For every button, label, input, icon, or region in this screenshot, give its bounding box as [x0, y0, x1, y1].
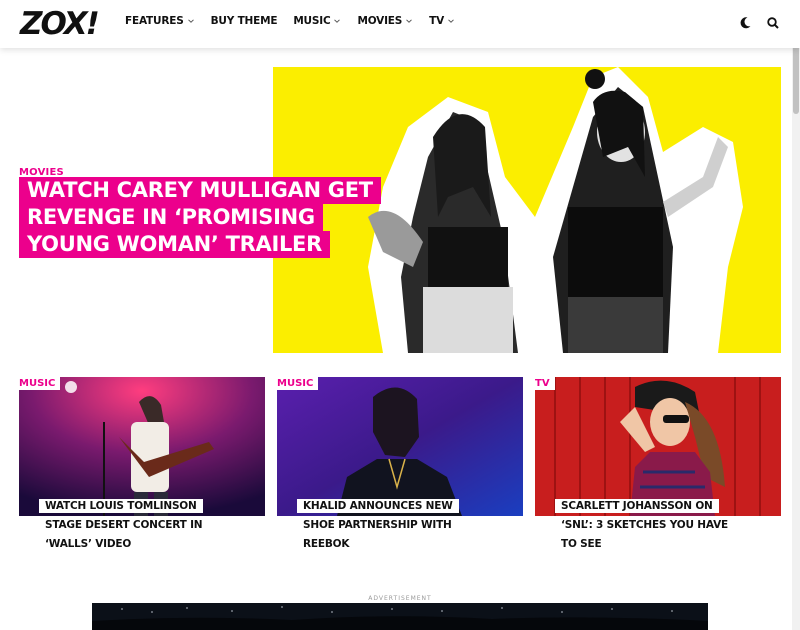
card-title-line[interactable]: REEBOK [297, 537, 356, 551]
moon-icon[interactable] [738, 16, 752, 30]
card-title-line[interactable]: TO SEE [555, 537, 608, 551]
header-actions [738, 16, 780, 30]
nav-label: BUY THEME [210, 15, 278, 27]
ad-crowd-image [92, 603, 708, 630]
card-title-line[interactable]: ‘WALLS’ VIDEO [39, 537, 138, 551]
advertisement-banner[interactable] [92, 603, 708, 630]
scrollbar[interactable] [792, 0, 800, 630]
site-header: ZOX! FEATURES BUY THEME MUSIC MOVIES TV [0, 0, 800, 48]
nav-label: TV [429, 15, 445, 27]
chevron-down-icon [448, 19, 454, 23]
card-category[interactable]: MUSIC [277, 377, 319, 390]
card-title-line[interactable]: KHALID ANNOUNCES NEW [297, 499, 459, 513]
search-icon[interactable] [766, 16, 780, 30]
main-nav: FEATURES BUY THEME MUSIC MOVIES TV [125, 15, 471, 27]
chevron-down-icon [406, 19, 412, 23]
advertisement-label: ADVERTISEMENT [368, 595, 432, 602]
card-title-line[interactable]: SCARLETT JOHANSSON ON [555, 499, 719, 513]
card-title-line[interactable]: SHOE PARTNERSHIP WITH [297, 518, 458, 532]
nav-label: FEATURES [125, 15, 184, 27]
headline-line[interactable]: WATCH CAREY MULLIGAN GET [19, 177, 381, 204]
chevron-down-icon [334, 19, 341, 23]
card-title[interactable]: SCARLETT JOHANSSON ON ‘SNL’: 3 SKETCHES … [555, 494, 765, 551]
nav-item-features[interactable]: FEATURES [125, 15, 195, 27]
card-title-line[interactable]: STAGE DESERT CONCERT IN [39, 518, 209, 532]
nav-label: MOVIES [357, 15, 403, 27]
card-title-line[interactable]: ‘SNL’: 3 SKETCHES YOU HAVE [555, 518, 734, 532]
headline-line[interactable]: REVENGE IN ‘PROMISING [19, 204, 323, 231]
hero-headline[interactable]: WATCH CAREY MULLIGAN GET REVENGE IN ‘PRO… [19, 177, 389, 258]
card-category[interactable]: MUSIC [19, 377, 61, 390]
card-title[interactable]: KHALID ANNOUNCES NEW SHOE PARTNERSHIP WI… [297, 494, 507, 551]
nav-label: MUSIC [293, 15, 331, 27]
nav-item-buy-theme[interactable]: BUY THEME [211, 15, 278, 27]
headline-line[interactable]: YOUNG WOMAN’ TRAILER [19, 231, 330, 258]
card-title-line[interactable]: WATCH LOUIS TOMLINSON [39, 499, 203, 513]
site-logo[interactable]: ZOX! [20, 6, 100, 42]
card-category[interactable]: TV [535, 377, 555, 390]
card-title[interactable]: WATCH LOUIS TOMLINSON STAGE DESERT CONCE… [39, 494, 249, 551]
chevron-down-icon [187, 19, 194, 23]
nav-item-music[interactable]: MUSIC [293, 15, 341, 27]
nav-item-movies[interactable]: MOVIES [357, 15, 413, 27]
nav-item-tv[interactable]: TV [429, 15, 455, 27]
